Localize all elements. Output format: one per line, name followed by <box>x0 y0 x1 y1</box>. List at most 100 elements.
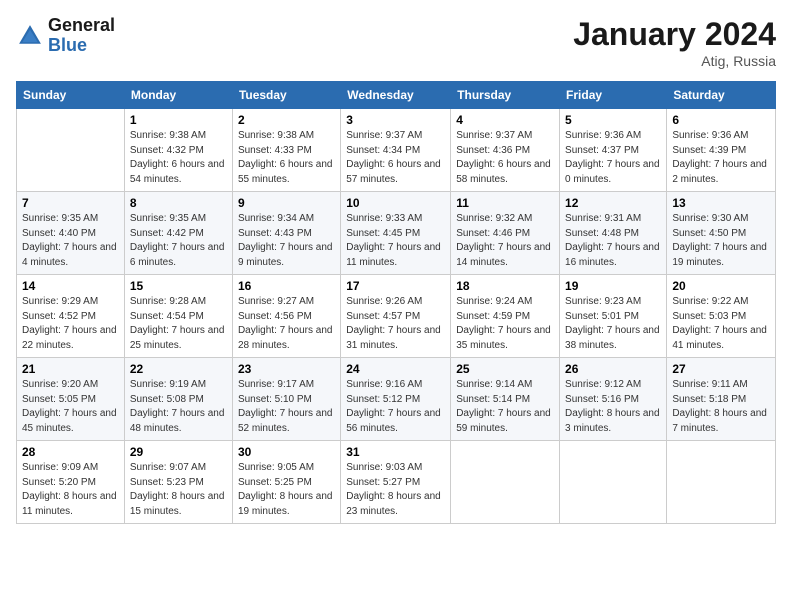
calendar-cell: 5 Sunrise: 9:36 AM Sunset: 4:37 PM Daylig… <box>560 109 667 192</box>
calendar-cell: 19Sunrise: 9:23 AM Sunset: 5:01 PM Dayli… <box>560 275 667 358</box>
day-number: 14 <box>22 279 119 293</box>
calendar-cell: 22 Sunrise: 9:19 AM Sunset: 5:08 PM Dayli… <box>124 358 232 441</box>
day-number: 24 <box>346 362 445 376</box>
day-info: Sunrise: 9:19 AM Sunset: 5:08 PM Dayligh… <box>130 378 227 436</box>
calendar-header: SundayMondayTuesdayWednesdayThursdayFrid… <box>17 82 776 109</box>
day-number: 9 <box>238 196 335 210</box>
calendar-cell: 25 Sunrise: 9:14 AM Sunset: 5:14 PM Dayli… <box>451 358 560 441</box>
day-number: 18 <box>456 279 554 293</box>
calendar-cell: 10Sunrise: 9:33 AM Sunset: 4:45 PM Dayli… <box>341 192 451 275</box>
calendar-cell: 17 Sunrise: 9:26 AM Sunset: 4:57 PM Dayli… <box>341 275 451 358</box>
day-info: Sunrise: 9:35 AM Sunset: 4:42 PM Dayligh… <box>130 212 227 270</box>
calendar-cell: 12 Sunrise: 9:31 AM Sunset: 4:48 PM Dayli… <box>560 192 667 275</box>
day-number: 31 <box>346 445 445 459</box>
day-info: Sunrise: 9:38 AM Sunset: 4:32 PM Dayligh… <box>130 129 227 187</box>
calendar-cell: 21Sunrise: 9:20 AM Sunset: 5:05 PM Dayli… <box>17 358 125 441</box>
day-info: Sunrise: 9:14 AM Sunset: 5:14 PM Dayligh… <box>456 378 554 436</box>
calendar-cell <box>17 109 125 192</box>
day-number: 23 <box>238 362 335 376</box>
location-subtitle: Atig, Russia <box>573 53 776 69</box>
day-info: Sunrise: 9:37 AM Sunset: 4:34 PM Dayligh… <box>346 129 445 187</box>
day-info: Sunrise: 9:36 AM Sunset: 4:37 PM Dayligh… <box>565 129 661 187</box>
day-number: 30 <box>238 445 335 459</box>
day-info: Sunrise: 9:33 AM Sunset: 4:45 PM Dayligh… <box>346 212 445 270</box>
day-info: Sunrise: 9:12 AM Sunset: 5:16 PM Dayligh… <box>565 378 661 436</box>
day-number: 3 <box>346 113 445 127</box>
weekday-header-row: SundayMondayTuesdayWednesdayThursdayFrid… <box>17 82 776 109</box>
day-info: Sunrise: 9:17 AM Sunset: 5:10 PM Dayligh… <box>238 378 335 436</box>
day-info: Sunrise: 9:31 AM Sunset: 4:48 PM Dayligh… <box>565 212 661 270</box>
month-title: January 2024 <box>573 16 776 53</box>
calendar-cell: 29Sunrise: 9:07 AM Sunset: 5:23 PM Dayli… <box>124 441 232 524</box>
title-block: January 2024 Atig, Russia <box>573 16 776 69</box>
calendar-week-2: 7 Sunrise: 9:35 AM Sunset: 4:40 PM Daylig… <box>17 192 776 275</box>
calendar-week-3: 14 Sunrise: 9:29 AM Sunset: 4:52 PM Dayli… <box>17 275 776 358</box>
calendar-cell: 3 Sunrise: 9:37 AM Sunset: 4:34 PM Daylig… <box>341 109 451 192</box>
day-number: 7 <box>22 196 119 210</box>
day-info: Sunrise: 9:03 AM Sunset: 5:27 PM Dayligh… <box>346 461 445 519</box>
day-info: Sunrise: 9:23 AM Sunset: 5:01 PM Dayligh… <box>565 295 661 353</box>
day-number: 25 <box>456 362 554 376</box>
calendar-cell: 27Sunrise: 9:11 AM Sunset: 5:18 PM Dayli… <box>667 358 776 441</box>
calendar-cell: 23 Sunrise: 9:17 AM Sunset: 5:10 PM Dayli… <box>232 358 340 441</box>
weekday-header-wednesday: Wednesday <box>341 82 451 109</box>
day-number: 26 <box>565 362 661 376</box>
day-number: 5 <box>565 113 661 127</box>
day-info: Sunrise: 9:26 AM Sunset: 4:57 PM Dayligh… <box>346 295 445 353</box>
calendar-cell: 28 Sunrise: 9:09 AM Sunset: 5:20 PM Dayli… <box>17 441 125 524</box>
day-info: Sunrise: 9:20 AM Sunset: 5:05 PM Dayligh… <box>22 378 119 436</box>
day-info: Sunrise: 9:35 AM Sunset: 4:40 PM Dayligh… <box>22 212 119 270</box>
day-info: Sunrise: 9:22 AM Sunset: 5:03 PM Dayligh… <box>672 295 770 353</box>
day-number: 1 <box>130 113 227 127</box>
weekday-header-sunday: Sunday <box>17 82 125 109</box>
day-number: 11 <box>456 196 554 210</box>
day-number: 17 <box>346 279 445 293</box>
calendar-body: 1 Sunrise: 9:38 AM Sunset: 4:32 PM Daylig… <box>17 109 776 524</box>
weekday-header-saturday: Saturday <box>667 82 776 109</box>
day-info: Sunrise: 9:24 AM Sunset: 4:59 PM Dayligh… <box>456 295 554 353</box>
calendar-cell: 31 Sunrise: 9:03 AM Sunset: 5:27 PM Dayli… <box>341 441 451 524</box>
day-info: Sunrise: 9:32 AM Sunset: 4:46 PM Dayligh… <box>456 212 554 270</box>
calendar-cell: 2 Sunrise: 9:38 AM Sunset: 4:33 PM Daylig… <box>232 109 340 192</box>
day-number: 13 <box>672 196 770 210</box>
calendar-cell: 6 Sunrise: 9:36 AM Sunset: 4:39 PM Daylig… <box>667 109 776 192</box>
day-info: Sunrise: 9:30 AM Sunset: 4:50 PM Dayligh… <box>672 212 770 270</box>
logo-line2: Blue <box>48 36 115 56</box>
page-header: General Blue January 2024 Atig, Russia <box>16 16 776 69</box>
calendar-cell: 15 Sunrise: 9:28 AM Sunset: 4:54 PM Dayli… <box>124 275 232 358</box>
day-number: 27 <box>672 362 770 376</box>
day-number: 22 <box>130 362 227 376</box>
calendar-cell: 8Sunrise: 9:35 AM Sunset: 4:42 PM Daylig… <box>124 192 232 275</box>
day-info: Sunrise: 9:37 AM Sunset: 4:36 PM Dayligh… <box>456 129 554 187</box>
calendar-cell: 20Sunrise: 9:22 AM Sunset: 5:03 PM Dayli… <box>667 275 776 358</box>
day-info: Sunrise: 9:05 AM Sunset: 5:25 PM Dayligh… <box>238 461 335 519</box>
day-number: 15 <box>130 279 227 293</box>
day-number: 28 <box>22 445 119 459</box>
day-info: Sunrise: 9:29 AM Sunset: 4:52 PM Dayligh… <box>22 295 119 353</box>
day-number: 2 <box>238 113 335 127</box>
day-number: 16 <box>238 279 335 293</box>
calendar-cell: 24Sunrise: 9:16 AM Sunset: 5:12 PM Dayli… <box>341 358 451 441</box>
weekday-header-tuesday: Tuesday <box>232 82 340 109</box>
day-number: 6 <box>672 113 770 127</box>
logo-icon <box>16 22 44 50</box>
day-info: Sunrise: 9:09 AM Sunset: 5:20 PM Dayligh… <box>22 461 119 519</box>
day-info: Sunrise: 9:34 AM Sunset: 4:43 PM Dayligh… <box>238 212 335 270</box>
calendar-cell: 7 Sunrise: 9:35 AM Sunset: 4:40 PM Daylig… <box>17 192 125 275</box>
day-info: Sunrise: 9:38 AM Sunset: 4:33 PM Dayligh… <box>238 129 335 187</box>
calendar-cell: 4 Sunrise: 9:37 AM Sunset: 4:36 PM Daylig… <box>451 109 560 192</box>
calendar-cell <box>451 441 560 524</box>
day-info: Sunrise: 9:36 AM Sunset: 4:39 PM Dayligh… <box>672 129 770 187</box>
calendar-cell <box>667 441 776 524</box>
calendar-cell: 26 Sunrise: 9:12 AM Sunset: 5:16 PM Dayli… <box>560 358 667 441</box>
day-number: 4 <box>456 113 554 127</box>
calendar-table: SundayMondayTuesdayWednesdayThursdayFrid… <box>16 81 776 524</box>
calendar-week-5: 28 Sunrise: 9:09 AM Sunset: 5:20 PM Dayli… <box>17 441 776 524</box>
calendar-week-4: 21Sunrise: 9:20 AM Sunset: 5:05 PM Dayli… <box>17 358 776 441</box>
calendar-cell: 1 Sunrise: 9:38 AM Sunset: 4:32 PM Daylig… <box>124 109 232 192</box>
day-info: Sunrise: 9:07 AM Sunset: 5:23 PM Dayligh… <box>130 461 227 519</box>
day-info: Sunrise: 9:28 AM Sunset: 4:54 PM Dayligh… <box>130 295 227 353</box>
day-info: Sunrise: 9:27 AM Sunset: 4:56 PM Dayligh… <box>238 295 335 353</box>
day-number: 12 <box>565 196 661 210</box>
logo: General Blue <box>16 16 115 56</box>
